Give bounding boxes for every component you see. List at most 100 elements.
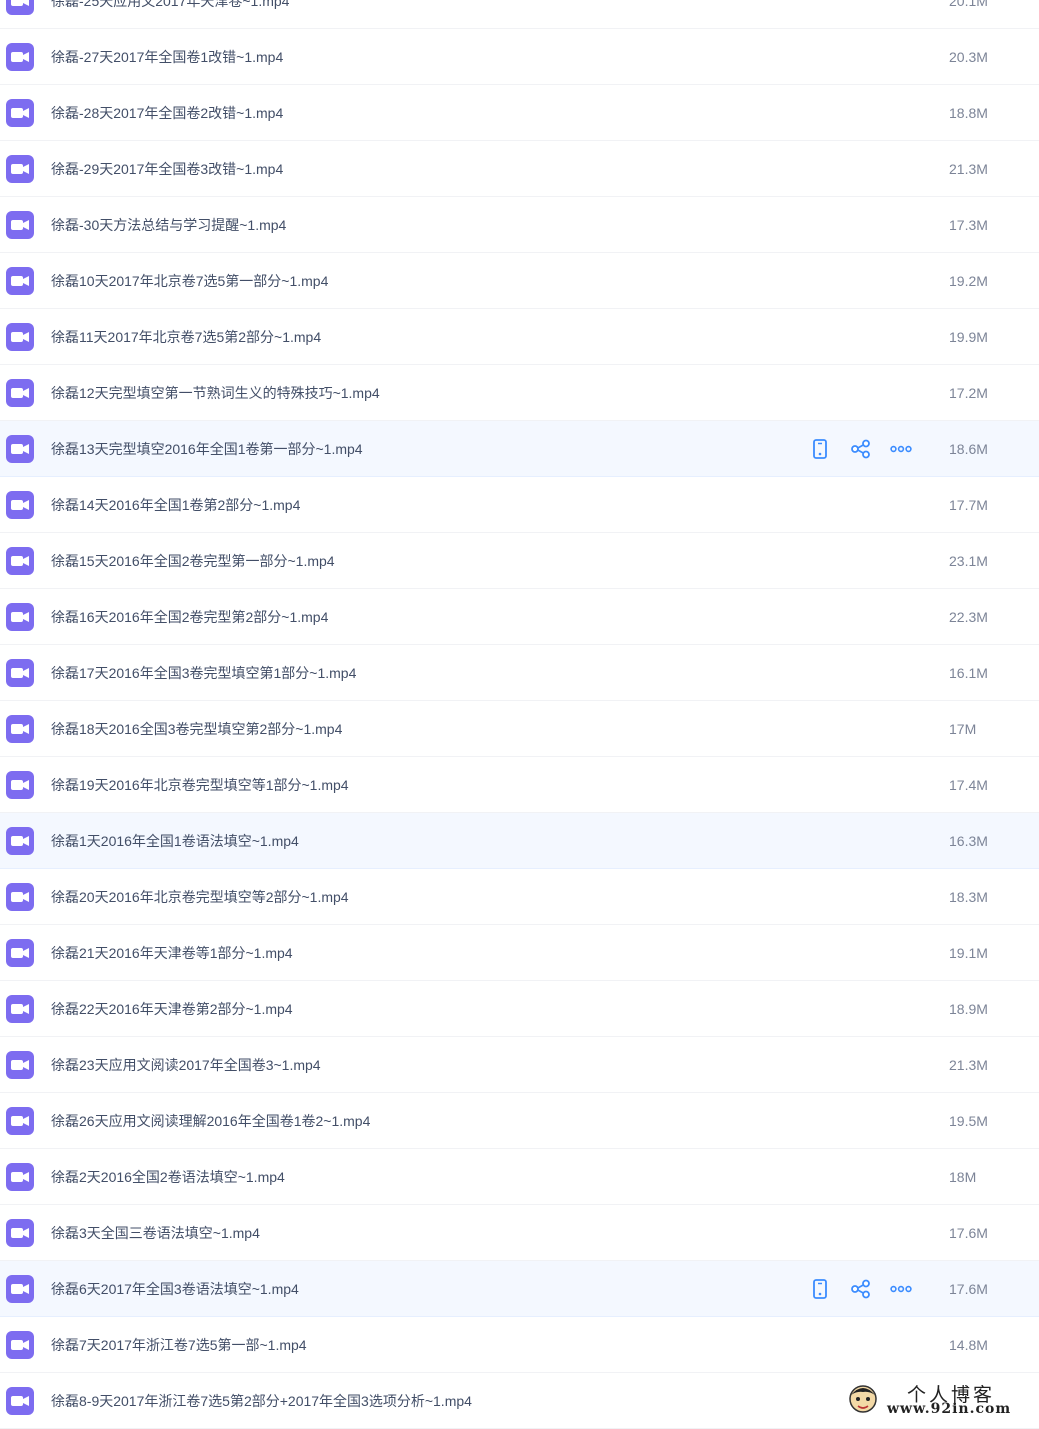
file-row[interactable]: 徐磊17天2016年全国3卷完型填空第1部分~1.mp4 16.1M	[0, 645, 1039, 701]
file-size: 18M	[949, 1169, 977, 1185]
watermark-url: www.92in.com	[887, 1401, 1012, 1417]
file-size: 18.8M	[949, 105, 988, 121]
file-row[interactable]: 徐磊18天2016全国3卷完型填空第2部分~1.mp4 17M	[0, 701, 1039, 757]
phone-icon[interactable]	[808, 437, 832, 461]
file-row[interactable]: 徐磊15天2016年全国2卷完型第一部分~1.mp4 23.1M	[0, 533, 1039, 589]
file-name[interactable]: 徐磊7天2017年浙江卷7选5第一部~1.mp4	[51, 1317, 307, 1373]
file-row[interactable]: 徐磊23天应用文阅读2017年全国卷3~1.mp4 21.3M	[0, 1037, 1039, 1093]
video-file-icon	[6, 0, 34, 15]
file-size: 17M	[949, 721, 977, 737]
file-row[interactable]: 徐磊2天2016全国2卷语法填空~1.mp4 18M	[0, 1149, 1039, 1205]
file-size: 18.6M	[949, 441, 988, 457]
file-size: 19.1M	[949, 945, 988, 961]
file-size: 16.1M	[949, 665, 988, 681]
file-size: 23.1M	[949, 553, 988, 569]
file-size: 19.2M	[949, 273, 988, 289]
file-row[interactable]: 徐磊11天2017年北京卷7选5第2部分~1.mp4 19.9M	[0, 309, 1039, 365]
video-file-icon	[6, 1051, 34, 1079]
file-name[interactable]: 徐磊-28天2017年全国卷2改错~1.mp4	[51, 85, 283, 141]
file-row[interactable]: 徐磊7天2017年浙江卷7选5第一部~1.mp4 14.8M	[0, 1317, 1039, 1373]
file-name[interactable]: 徐磊23天应用文阅读2017年全国卷3~1.mp4	[51, 1037, 321, 1093]
file-name[interactable]: 徐磊20天2016年北京卷完型填空等2部分~1.mp4	[51, 869, 349, 925]
share-icon[interactable]	[849, 437, 873, 461]
file-row[interactable]: 徐磊10天2017年北京卷7选5第一部分~1.mp4 19.2M	[0, 253, 1039, 309]
file-row[interactable]: 徐磊22天2016年天津卷第2部分~1.mp4 18.9M	[0, 981, 1039, 1037]
video-file-icon	[6, 379, 34, 407]
file-name[interactable]: 徐磊14天2016年全国1卷第2部分~1.mp4	[51, 477, 300, 533]
video-file-icon	[6, 211, 34, 239]
share-icon[interactable]	[849, 1277, 873, 1301]
file-size: 17.3M	[949, 217, 988, 233]
video-file-icon	[6, 771, 34, 799]
file-name[interactable]: 徐磊-29天2017年全国卷3改错~1.mp4	[51, 141, 283, 197]
file-name[interactable]: 徐磊-27天2017年全国卷1改错~1.mp4	[51, 29, 283, 85]
file-name[interactable]: 徐磊-25天应用文2017年天津卷~1.mp4	[51, 0, 289, 29]
file-row[interactable]: 徐磊-28天2017年全国卷2改错~1.mp4 18.8M	[0, 85, 1039, 141]
file-size: 21.3M	[949, 1057, 988, 1073]
file-list: 徐磊-25天应用文2017年天津卷~1.mp4 20.1M 徐磊-27天2017年全…	[0, 0, 1039, 1429]
file-row[interactable]: 徐磊-25天应用文2017年天津卷~1.mp4 20.1M	[0, 0, 1039, 29]
file-size: 17.6M	[949, 1225, 988, 1241]
file-name[interactable]: 徐磊22天2016年天津卷第2部分~1.mp4	[51, 981, 293, 1037]
file-row[interactable]: 徐磊16天2016年全国2卷完型第2部分~1.mp4 22.3M	[0, 589, 1039, 645]
file-name[interactable]: 徐磊18天2016全国3卷完型填空第2部分~1.mp4	[51, 701, 342, 757]
phone-icon[interactable]	[808, 1277, 832, 1301]
file-name[interactable]: 徐磊6天2017年全国3卷语法填空~1.mp4	[51, 1261, 299, 1317]
file-name[interactable]: 徐磊17天2016年全国3卷完型填空第1部分~1.mp4	[51, 645, 356, 701]
file-size: 19.9M	[949, 329, 988, 345]
file-row[interactable]: 徐磊19天2016年北京卷完型填空等1部分~1.mp4 17.4M	[0, 757, 1039, 813]
file-name[interactable]: 徐磊16天2016年全国2卷完型第2部分~1.mp4	[51, 589, 328, 645]
file-row[interactable]: 徐磊13天完型填空2016年全国1卷第一部分~1.mp4 18.6M	[0, 421, 1039, 477]
video-file-icon	[6, 1331, 34, 1359]
video-file-icon	[6, 827, 34, 855]
video-file-icon	[6, 435, 34, 463]
file-name[interactable]: 徐磊13天完型填空2016年全国1卷第一部分~1.mp4	[51, 421, 363, 477]
file-name[interactable]: 徐磊19天2016年北京卷完型填空等1部分~1.mp4	[51, 757, 349, 813]
more-icon[interactable]	[889, 437, 913, 461]
file-size: 20.1M	[949, 0, 988, 9]
file-name[interactable]: 徐磊3天全国三卷语法填空~1.mp4	[51, 1205, 260, 1261]
file-size: 22.3M	[949, 609, 988, 625]
video-file-icon	[6, 715, 34, 743]
file-row[interactable]: 徐磊3天全国三卷语法填空~1.mp4 17.6M	[0, 1205, 1039, 1261]
file-row[interactable]: 徐磊12天完型填空第一节熟词生义的特殊技巧~1.mp4 17.2M	[0, 365, 1039, 421]
file-row[interactable]: 徐磊20天2016年北京卷完型填空等2部分~1.mp4 18.3M	[0, 869, 1039, 925]
video-file-icon	[6, 1387, 34, 1415]
file-row[interactable]: 徐磊26天应用文阅读理解2016年全国卷1卷2~1.mp4 19.5M	[0, 1093, 1039, 1149]
video-file-icon	[6, 1107, 34, 1135]
file-row[interactable]: 徐磊6天2017年全国3卷语法填空~1.mp4 17.6M	[0, 1261, 1039, 1317]
file-size: 20.3M	[949, 49, 988, 65]
video-file-icon	[6, 547, 34, 575]
file-name[interactable]: 徐磊26天应用文阅读理解2016年全国卷1卷2~1.mp4	[51, 1093, 370, 1149]
file-size: 18.3M	[949, 889, 988, 905]
video-file-icon	[6, 491, 34, 519]
file-size: 17.4M	[949, 777, 988, 793]
video-file-icon	[6, 99, 34, 127]
video-file-icon	[6, 659, 34, 687]
file-size: 17.2M	[949, 385, 988, 401]
video-file-icon	[6, 883, 34, 911]
file-name[interactable]: 徐磊12天完型填空第一节熟词生义的特殊技巧~1.mp4	[51, 365, 380, 421]
file-size: 17.6M	[949, 1281, 988, 1297]
file-name[interactable]: 徐磊-30天方法总结与学习提醒~1.mp4	[51, 197, 286, 253]
file-size: 17.7M	[949, 497, 988, 513]
file-name[interactable]: 徐磊11天2017年北京卷7选5第2部分~1.mp4	[51, 309, 321, 365]
file-row[interactable]: 徐磊14天2016年全国1卷第2部分~1.mp4 17.7M	[0, 477, 1039, 533]
video-file-icon	[6, 43, 34, 71]
file-row[interactable]: 徐磊21天2016年天津卷等1部分~1.mp4 19.1M	[0, 925, 1039, 981]
avatar-icon	[849, 1385, 877, 1413]
file-name[interactable]: 徐磊21天2016年天津卷等1部分~1.mp4	[51, 925, 293, 981]
more-icon[interactable]	[889, 1277, 913, 1301]
video-file-icon	[6, 323, 34, 351]
file-name[interactable]: 徐磊2天2016全国2卷语法填空~1.mp4	[51, 1149, 285, 1205]
file-row[interactable]: 徐磊-29天2017年全国卷3改错~1.mp4 21.3M	[0, 141, 1039, 197]
file-row[interactable]: 徐磊-30天方法总结与学习提醒~1.mp4 17.3M	[0, 197, 1039, 253]
video-file-icon	[6, 1163, 34, 1191]
video-file-icon	[6, 939, 34, 967]
file-name[interactable]: 徐磊15天2016年全国2卷完型第一部分~1.mp4	[51, 533, 335, 589]
file-name[interactable]: 徐磊10天2017年北京卷7选5第一部分~1.mp4	[51, 253, 328, 309]
file-row[interactable]: 徐磊1天2016年全国1卷语法填空~1.mp4 16.3M	[0, 813, 1039, 869]
file-row[interactable]: 徐磊-27天2017年全国卷1改错~1.mp4 20.3M	[0, 29, 1039, 85]
file-size: 21.3M	[949, 161, 988, 177]
file-name[interactable]: 徐磊1天2016年全国1卷语法填空~1.mp4	[51, 813, 299, 869]
